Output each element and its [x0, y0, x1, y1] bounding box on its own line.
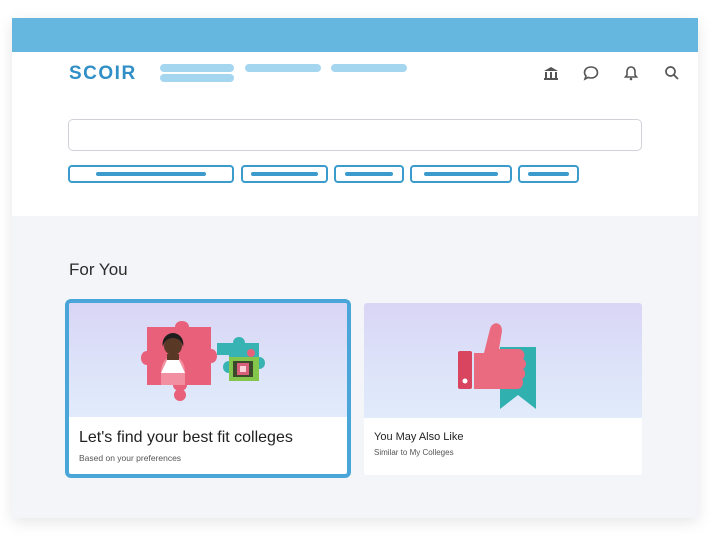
nav-item-3[interactable]: [331, 64, 407, 72]
logo[interactable]: SCOIR: [69, 63, 137, 85]
app-window: SCOIR For You Let's find your best fit c…: [12, 18, 698, 518]
card-subtitle: Based on your preferences: [79, 453, 182, 463]
section-title: For You: [69, 260, 128, 279]
filter-chip-4[interactable]: [410, 165, 512, 183]
top-bar: [12, 18, 698, 52]
filter-chip-2[interactable]: [241, 165, 328, 183]
filter-chip-3[interactable]: [334, 165, 404, 183]
nav-item-1-secondary[interactable]: [160, 74, 234, 82]
card-title: Let's find your best fit colleges: [79, 429, 293, 446]
bell-icon[interactable]: [622, 64, 640, 82]
card-best-fit[interactable]: Let's find your best fit colleges Based …: [65, 299, 351, 478]
filter-chip-5[interactable]: [518, 165, 579, 183]
puzzle-pieces-illustration: [69, 303, 347, 417]
nav-item-2[interactable]: [245, 64, 321, 72]
filter-chip-1[interactable]: [68, 165, 234, 183]
chat-icon[interactable]: [582, 64, 600, 82]
nav-item-1[interactable]: [160, 64, 234, 72]
thumbs-up-bookmark-illustration: [364, 303, 642, 418]
card-title: You May Also Like: [374, 431, 464, 443]
card-subtitle: Similar to My Colleges: [374, 448, 454, 457]
card-you-may-also-like[interactable]: You May Also Like Similar to My Colleges: [364, 303, 642, 475]
search-icon[interactable]: [663, 64, 681, 82]
search-input[interactable]: [68, 119, 642, 151]
header: SCOIR: [12, 52, 698, 216]
building-icon[interactable]: [542, 64, 560, 82]
